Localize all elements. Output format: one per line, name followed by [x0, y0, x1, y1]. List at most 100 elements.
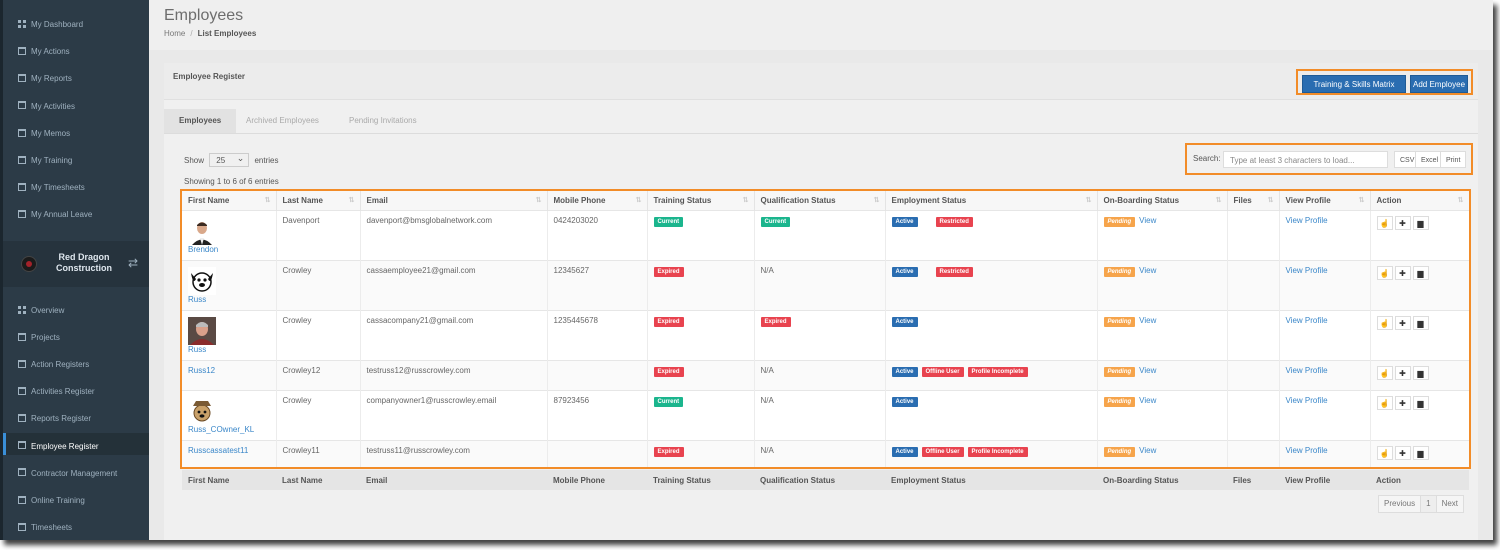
column-header-last-name[interactable]: Last Name ⇅: [276, 191, 361, 211]
plus-icon[interactable]: ✚: [1394, 366, 1411, 380]
onboarding-view-link[interactable]: View: [1139, 446, 1156, 455]
column-header-files[interactable]: Files ⇅: [1227, 191, 1280, 211]
sidebar-item-my-timesheets[interactable]: My Timesheets: [18, 182, 85, 194]
column-header-label: Training Status: [653, 196, 712, 205]
archive-icon[interactable]: ▆: [1412, 266, 1429, 280]
sidebar-item-timesheets[interactable]: Timesheets: [18, 522, 72, 534]
sidebar-item-online-training[interactable]: Online Training: [18, 495, 85, 507]
company-switcher[interactable]: Red Dragon Construction ⇄: [3, 241, 149, 287]
files-cell: [1227, 440, 1280, 467]
sidebar-item-contractor-management[interactable]: Contractor Management: [18, 468, 117, 480]
qualification-status-cell: N/A: [754, 260, 886, 311]
sort-icon: ⇅: [873, 197, 880, 204]
employee-first-name-link[interactable]: Russ: [188, 295, 206, 304]
hand-icon[interactable]: ☝: [1376, 446, 1393, 460]
sidebar-item-my-annual-leave[interactable]: My Annual Leave: [18, 209, 92, 221]
view-profile-link[interactable]: View Profile: [1286, 216, 1328, 225]
calendar-icon: [18, 101, 26, 110]
sidebar-item-projects[interactable]: Projects: [18, 332, 60, 344]
archive-icon[interactable]: ▆: [1412, 396, 1429, 410]
onboarding-view-link[interactable]: View: [1139, 316, 1156, 325]
hand-icon[interactable]: ☝: [1376, 396, 1393, 410]
archive-icon[interactable]: ▆: [1412, 366, 1429, 380]
onboarding-view-link[interactable]: View: [1139, 216, 1156, 225]
archive-icon[interactable]: ▆: [1412, 446, 1429, 460]
column-header-qualification-status[interactable]: Qualification Status ⇅: [754, 191, 886, 211]
plus-icon[interactable]: ✚: [1394, 316, 1411, 330]
view-profile-link[interactable]: View Profile: [1286, 396, 1328, 405]
column-header-action[interactable]: Action ⇅: [1370, 191, 1469, 211]
view-profile-link[interactable]: View Profile: [1286, 366, 1328, 375]
employee-first-name-link[interactable]: Brendon: [188, 245, 218, 254]
sidebar-item-my-actions[interactable]: My Actions: [18, 46, 70, 58]
sort-icon: ⇅: [1085, 197, 1092, 204]
column-header-first-name[interactable]: First Name ⇅: [182, 191, 277, 211]
pagination-page-1[interactable]: 1: [1421, 496, 1437, 512]
sidebar-item-my-training[interactable]: My Training: [18, 155, 72, 167]
employee-avatar[interactable]: [188, 397, 216, 425]
mobile-phone-cell: 1235445678: [547, 310, 648, 361]
employee-avatar[interactable]: [188, 267, 216, 295]
view-profile-link[interactable]: View Profile: [1286, 446, 1328, 455]
column-header-employment-status[interactable]: Employment Status ⇅: [885, 191, 1098, 211]
archive-icon[interactable]: ▆: [1412, 316, 1429, 330]
employment-status-badge: Active: [891, 367, 918, 377]
tab-employees[interactable]: Employees: [164, 109, 237, 133]
print-button[interactable]: Print: [1440, 151, 1467, 168]
sidebar-item-my-reports[interactable]: My Reports: [18, 73, 72, 85]
training-status-cell: Expired: [647, 440, 755, 467]
plus-icon[interactable]: ✚: [1394, 266, 1411, 280]
action-cell: ☝ ✚ ▆: [1370, 360, 1469, 391]
employee-first-name-link[interactable]: Russ_COwner_KL: [188, 425, 254, 434]
sidebar-item-my-memos[interactable]: My Memos: [18, 128, 70, 140]
column-header-on-boarding-status[interactable]: On-Boarding Status ⇅: [1097, 191, 1228, 211]
employee-avatar[interactable]: [188, 217, 216, 245]
onboarding-view-link[interactable]: View: [1139, 396, 1156, 405]
onboarding-view-link[interactable]: View: [1139, 366, 1156, 375]
search-input[interactable]: Type at least 3 characters to load...: [1223, 151, 1388, 168]
pagination-previous[interactable]: Previous: [1379, 496, 1422, 512]
highlighted-button-group: Training & Skills Matrix Add Employee: [1296, 69, 1473, 95]
sidebar-item-my-dashboard[interactable]: My Dashboard: [18, 19, 83, 31]
training-status-cell: Current: [647, 390, 755, 441]
tab-archived-employees[interactable]: Archived Employees: [231, 109, 334, 133]
sidebar-item-reports-register[interactable]: Reports Register: [18, 413, 91, 425]
sidebar-item-label: My Timesheets: [31, 183, 85, 193]
calendar-icon: [18, 387, 26, 396]
view-profile-link[interactable]: View Profile: [1286, 316, 1328, 325]
add-employee-button[interactable]: Add Employee: [1410, 75, 1468, 93]
column-header-mobile-phone[interactable]: Mobile Phone ⇅: [547, 191, 648, 211]
employee-first-name-link[interactable]: Russ12: [188, 366, 215, 375]
employee-first-name-link[interactable]: Russ: [188, 345, 206, 354]
hand-icon[interactable]: ☝: [1376, 366, 1393, 380]
action-cell: ☝ ✚ ▆: [1370, 260, 1469, 311]
sidebar-item-action-registers[interactable]: Action Registers: [18, 359, 89, 371]
column-header-view-profile[interactable]: View Profile ⇅: [1279, 191, 1371, 211]
last-name-cell: Crowley11: [276, 440, 361, 467]
plus-icon[interactable]: ✚: [1394, 396, 1411, 410]
column-header-email[interactable]: Email ⇅: [360, 191, 548, 211]
table-info: Showing 1 to 6 of 6 entries: [184, 177, 279, 186]
pagination-next[interactable]: Next: [1437, 496, 1463, 512]
hand-icon[interactable]: ☝: [1376, 316, 1393, 330]
switch-company-icon[interactable]: ⇄: [128, 256, 144, 270]
sidebar-item-employee-register[interactable]: Employee Register: [18, 441, 99, 453]
plus-icon[interactable]: ✚: [1394, 216, 1411, 230]
view-profile-link[interactable]: View Profile: [1286, 266, 1328, 275]
users-icon: [18, 468, 26, 477]
sidebar-item-my-activities[interactable]: My Activities: [18, 101, 75, 113]
hand-icon[interactable]: ☝: [1376, 216, 1393, 230]
breadcrumb-home[interactable]: Home: [164, 29, 185, 38]
tab-pending-invitations[interactable]: Pending Invitations: [334, 109, 432, 133]
page-size-select[interactable]: 25: [209, 151, 250, 167]
employee-avatar[interactable]: [188, 317, 216, 345]
onboarding-view-link[interactable]: View: [1139, 266, 1156, 275]
training-skills-matrix-button[interactable]: Training & Skills Matrix: [1302, 75, 1406, 93]
employee-first-name-link[interactable]: Russcassatest11: [188, 446, 248, 455]
sidebar-item-activities-register[interactable]: Activities Register: [18, 386, 95, 398]
plus-icon[interactable]: ✚: [1394, 446, 1411, 460]
sidebar-item-overview[interactable]: Overview: [18, 305, 64, 317]
column-header-training-status[interactable]: Training Status ⇅: [647, 191, 755, 211]
hand-icon[interactable]: ☝: [1376, 266, 1393, 280]
archive-icon[interactable]: ▆: [1412, 216, 1429, 230]
